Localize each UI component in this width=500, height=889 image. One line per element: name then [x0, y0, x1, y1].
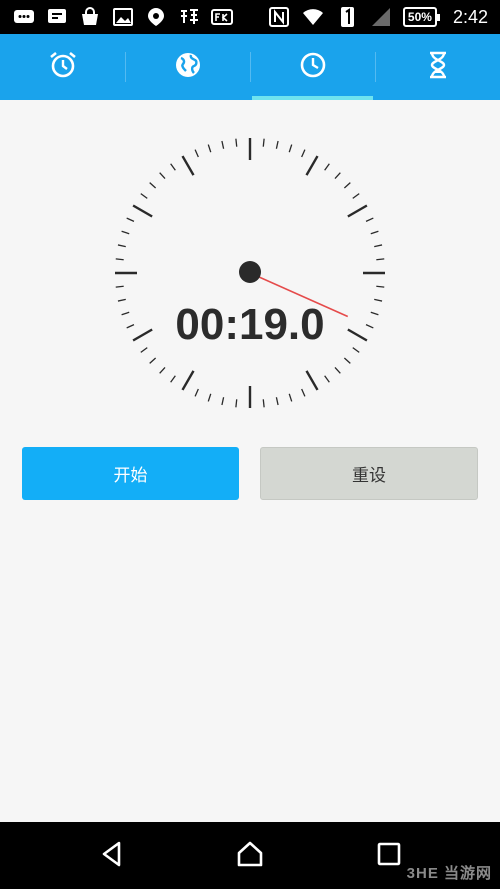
bag-icon [78, 6, 102, 28]
dial-minor-tick [117, 244, 126, 248]
back-button[interactable] [94, 838, 130, 874]
home-icon [235, 839, 265, 873]
dial-minor-tick [374, 244, 383, 248]
tab-timer[interactable] [375, 34, 500, 100]
watermark: 3HE 当游网 [406, 865, 492, 882]
dial-minor-tick [365, 217, 374, 222]
reset-button-label: 重设 [352, 466, 386, 486]
wifi-icon [301, 6, 325, 28]
dial-minor-tick [334, 366, 341, 374]
dial-minor-tick [301, 388, 306, 397]
dial-minor-tick [159, 172, 166, 180]
stopwatch-dial [115, 138, 385, 408]
dial-minor-tick [275, 140, 279, 149]
dial-minor-tick [194, 149, 199, 158]
dial-minor-tick [288, 144, 293, 153]
dial-minor-tick [194, 388, 199, 397]
dial-minor-tick [140, 193, 148, 199]
dial-minor-tick [149, 182, 157, 189]
system-icons: 50% 2:42 [267, 0, 488, 34]
dial-minor-tick [352, 193, 360, 199]
hourglass-icon [423, 50, 453, 84]
alarm-clock-icon [48, 50, 78, 84]
dial-minor-tick [159, 366, 166, 374]
sim-icon [335, 6, 359, 28]
dial-minor-tick [235, 138, 238, 147]
dial-major-tick [132, 204, 153, 218]
tab-world-clock[interactable] [125, 34, 250, 100]
tab-stopwatch[interactable] [250, 34, 375, 100]
dial-minor-tick [275, 397, 279, 406]
dial-major-tick [181, 155, 195, 176]
dial-minor-tick [207, 144, 212, 153]
tab-bar [0, 34, 500, 100]
dial-minor-tick [115, 285, 124, 288]
dial-minor-tick [235, 399, 238, 408]
dial-minor-tick [334, 172, 341, 180]
dial-minor-tick [262, 399, 265, 408]
dial-minor-tick [221, 140, 225, 149]
dial-minor-tick [370, 230, 379, 235]
fk-icon [210, 6, 234, 28]
elapsed-time-readout: 00:19.0 [175, 300, 325, 349]
battery-indicator: 50% [402, 7, 440, 27]
back-icon [97, 839, 127, 873]
dial-minor-tick [121, 230, 130, 235]
signal-icon [369, 6, 393, 28]
dial-minor-tick [170, 163, 176, 171]
taobao-icon [177, 6, 201, 28]
recents-button[interactable] [371, 838, 407, 874]
notification-icons [12, 0, 234, 34]
image-icon [111, 6, 135, 28]
reset-button[interactable]: 重设 [260, 447, 478, 500]
dial-minor-tick [324, 163, 330, 171]
dial-minor-tick [170, 375, 176, 383]
dial-minor-tick [301, 149, 306, 158]
dial-center-pin [239, 261, 261, 283]
dial-minor-tick [376, 258, 385, 261]
dial-minor-tick [262, 138, 265, 147]
dial-minor-tick [343, 357, 351, 364]
dial-minor-tick [376, 285, 385, 288]
dial-minor-tick [324, 375, 330, 383]
status-bar: 50% 2:42 [0, 0, 500, 34]
dial-major-tick [305, 155, 319, 176]
dial-minor-tick [207, 393, 212, 402]
baidu-icon [144, 6, 168, 28]
dial-minor-tick [288, 393, 293, 402]
nfc-icon [267, 6, 291, 28]
dial-major-tick [181, 370, 195, 391]
status-time: 2:42 [452, 6, 488, 27]
tab-alarm[interactable] [0, 34, 125, 100]
dial-minor-tick [221, 397, 225, 406]
dial-minor-tick [149, 357, 157, 364]
stopwatch-icon [298, 50, 328, 84]
dial-major-tick [347, 204, 368, 218]
globe-icon [173, 50, 203, 84]
dial-major-tick [305, 370, 319, 391]
chat-icon [12, 6, 36, 28]
dial-minor-tick [126, 217, 135, 222]
start-button-label: 开始 [113, 466, 148, 486]
message-icon [45, 6, 69, 28]
dial-minor-tick [343, 182, 351, 189]
start-button[interactable]: 开始 [22, 447, 239, 500]
navigation-bar: 3HE 当游网 [0, 822, 500, 889]
dial-minor-tick [115, 258, 124, 261]
recents-icon [374, 839, 404, 873]
home-button[interactable] [232, 838, 268, 874]
